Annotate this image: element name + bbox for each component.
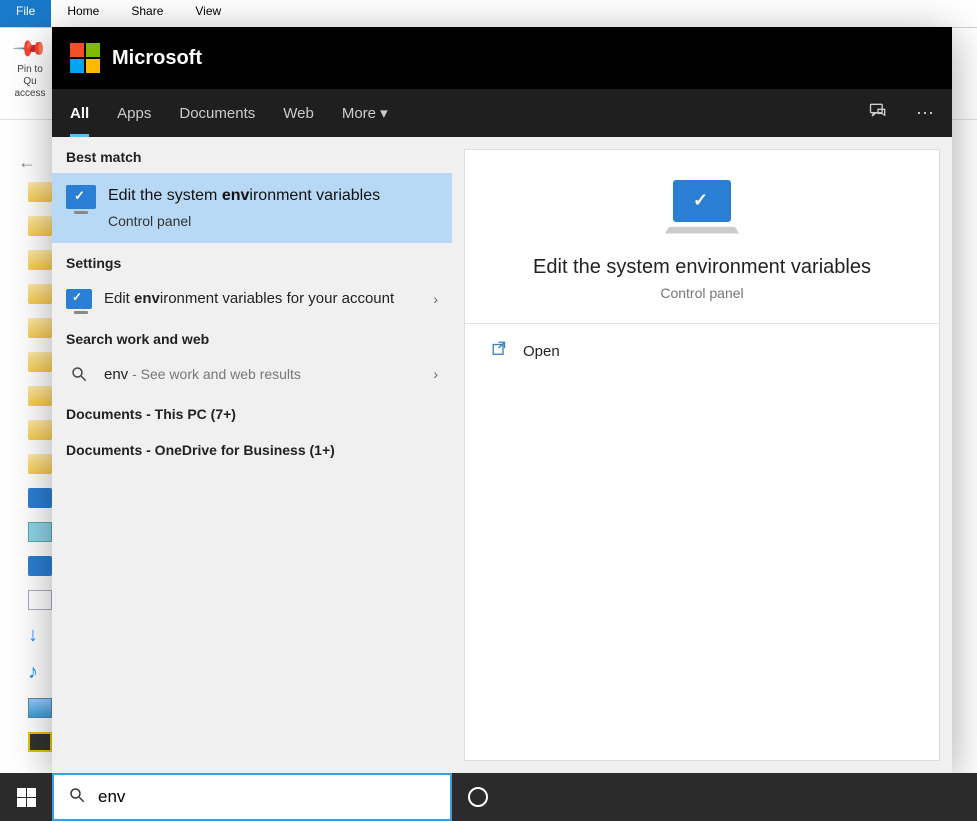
- tab-documents[interactable]: Documents: [179, 89, 255, 137]
- taskbar: [0, 773, 977, 821]
- feedback-icon[interactable]: [868, 101, 888, 126]
- open-label: Open: [523, 343, 560, 360]
- result-edit-system-env-vars[interactable]: ✓ Edit the system environment variables …: [52, 173, 452, 243]
- folder-icon[interactable]: [28, 250, 52, 270]
- section-documents-onedrive[interactable]: Documents - OneDrive for Business (1+): [52, 430, 452, 466]
- downloads-icon[interactable]: ↓: [28, 624, 52, 647]
- section-documents-pc[interactable]: Documents - This PC (7+): [52, 394, 452, 430]
- folder-icon[interactable]: [28, 284, 52, 304]
- nav-back-arrow[interactable]: ←: [18, 152, 36, 173]
- folder-icon[interactable]: [28, 216, 52, 236]
- result-title: Edit the system environment variables: [108, 185, 380, 207]
- taskbar-search-box[interactable]: [52, 773, 452, 821]
- result-web-search-env[interactable]: env - See work and web results ›: [52, 355, 452, 395]
- search-input[interactable]: [98, 787, 436, 807]
- 3d-objects-icon[interactable]: [28, 522, 52, 542]
- control-panel-icon: ✓: [66, 289, 92, 309]
- ribbon-tab-home[interactable]: Home: [51, 0, 115, 27]
- ribbon-tab-view[interactable]: View: [179, 0, 237, 27]
- search-results-list: Best match ✓ Edit the system environment…: [52, 137, 452, 773]
- music-icon[interactable]: ♪: [28, 661, 52, 684]
- tab-web[interactable]: Web: [283, 89, 314, 137]
- explorer-nav-icons: ↓ ♪: [28, 182, 52, 752]
- ribbon-tab-file[interactable]: File: [0, 0, 51, 27]
- cortana-button[interactable]: [452, 773, 504, 821]
- open-action[interactable]: Open: [465, 324, 939, 379]
- search-icon: [68, 786, 86, 809]
- pictures-icon[interactable]: [28, 698, 52, 718]
- folder-icon[interactable]: [28, 182, 52, 202]
- search-scope-tabs: All Apps Documents Web More ▾ ⋯: [52, 89, 952, 137]
- tab-more[interactable]: More ▾: [342, 89, 388, 137]
- folder-icon[interactable]: [28, 352, 52, 372]
- desktop-icon[interactable]: [28, 556, 52, 576]
- search-preview-pane: ✓ Edit the system environment variables …: [464, 149, 940, 761]
- open-icon: [491, 340, 509, 363]
- ribbon-tab-share[interactable]: Share: [115, 0, 179, 27]
- microsoft-brand-text: Microsoft: [112, 47, 202, 70]
- videos-icon[interactable]: [28, 732, 52, 752]
- preview-title: Edit the system environment variables: [533, 256, 871, 279]
- control-panel-icon: ✓: [66, 185, 96, 209]
- result-edit-user-env-vars[interactable]: ✓ Edit environment variables for your ac…: [52, 279, 452, 319]
- cortana-icon: [468, 787, 488, 807]
- chevron-right-icon: ›: [433, 366, 438, 382]
- control-panel-large-icon: ✓: [673, 180, 731, 222]
- pin-icon: 📌: [11, 30, 49, 68]
- preview-subtitle: Control panel: [660, 285, 743, 301]
- tab-apps[interactable]: Apps: [117, 89, 151, 137]
- windows-logo-icon: [17, 788, 36, 807]
- pin-to-quick-access[interactable]: 📌 Pin to Quaccess: [0, 28, 60, 108]
- chevron-right-icon: ›: [433, 291, 438, 307]
- section-search-work-web: Search work and web: [52, 319, 452, 355]
- folder-icon[interactable]: [28, 386, 52, 406]
- this-pc-icon[interactable]: [28, 488, 52, 508]
- result-subtitle: Control panel: [108, 213, 380, 229]
- folder-icon[interactable]: [28, 318, 52, 338]
- microsoft-logo-icon: [70, 43, 100, 73]
- section-best-match: Best match: [52, 137, 452, 173]
- tab-all[interactable]: All: [70, 89, 89, 137]
- windows-search-panel: Microsoft All Apps Documents Web More ▾ …: [52, 27, 952, 773]
- search-icon: [66, 365, 92, 383]
- section-settings: Settings: [52, 243, 452, 279]
- more-options-icon[interactable]: ⋯: [916, 103, 934, 124]
- search-header: Microsoft: [52, 27, 952, 89]
- folder-icon[interactable]: [28, 454, 52, 474]
- documents-icon[interactable]: [28, 590, 52, 610]
- folder-icon[interactable]: [28, 420, 52, 440]
- start-button[interactable]: [0, 773, 52, 821]
